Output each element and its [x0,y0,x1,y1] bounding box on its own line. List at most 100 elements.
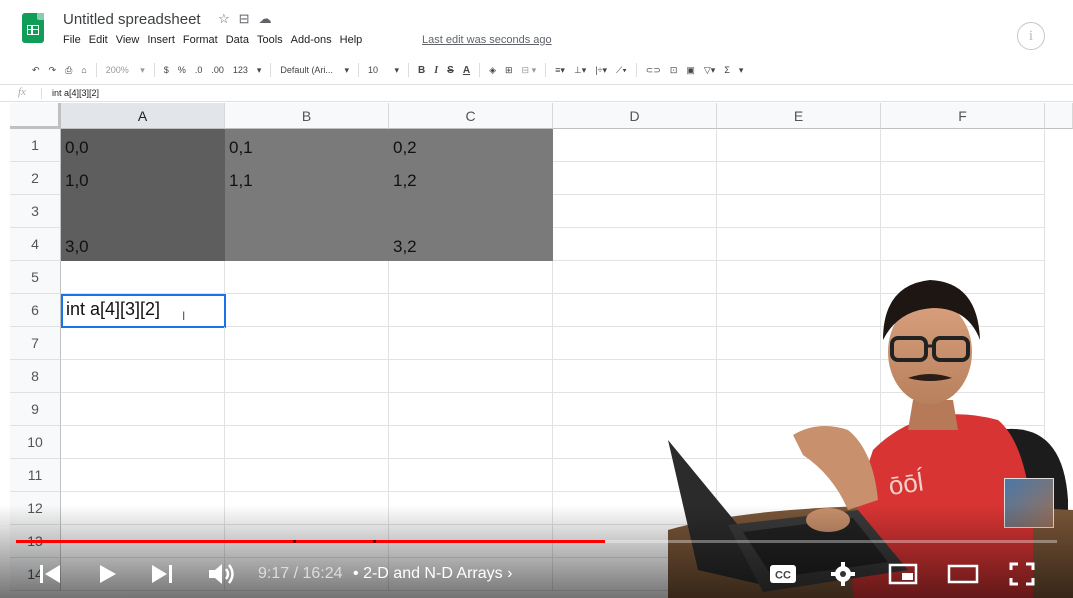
row-header-3[interactable]: 3 [10,195,61,228]
menu-insert[interactable]: Insert [147,34,175,46]
filter-icon[interactable]: ▽▾ [704,65,715,76]
move-to-folder-icon[interactable]: ⊟ [239,11,250,27]
column-header-e[interactable]: E [717,103,881,129]
cell-c5[interactable] [389,261,553,294]
video-frame[interactable]: Untitled spreadsheet ☆ ⊟ ☁ File Edit Vie… [0,0,1073,598]
cell-c3[interactable] [389,195,553,228]
menu-data[interactable]: Data [226,34,249,46]
cell-c2[interactable]: 1,2 [389,162,553,195]
menu-help[interactable]: Help [340,34,363,46]
empty-cell[interactable] [61,426,225,459]
empty-cell[interactable] [389,393,553,426]
column-header-a[interactable]: A [61,103,225,129]
row-header-2[interactable]: 2 [10,162,61,195]
cell-c6[interactable] [389,294,553,327]
font-select[interactable]: Default (Ari... ▾ [280,65,349,76]
cell-a3[interactable] [61,195,225,228]
merge-cells-icon[interactable]: ⊟ ▾ [522,65,537,76]
empty-cell[interactable] [389,360,553,393]
cell-a4[interactable]: 3,0 [61,228,225,261]
menu-file[interactable]: File [63,34,81,46]
cell-e3[interactable] [717,195,881,228]
functions-icon[interactable]: Σ ▾ [724,65,743,76]
chapter-title[interactable]: • 2-D and N-D Arrays › [353,565,512,583]
menu-view[interactable]: View [116,34,140,46]
text-color-button[interactable]: A [463,65,470,76]
progress-bar[interactable] [16,540,1057,543]
insert-chart-icon[interactable]: ▣ [686,65,695,76]
empty-cell[interactable] [389,426,553,459]
cell-a6-active[interactable]: int a[4][3][2] [61,294,226,328]
empty-cell[interactable] [225,459,389,492]
cell-a2[interactable]: 1,0 [61,162,225,195]
menu-edit[interactable]: Edit [89,34,108,46]
insert-comment-icon[interactable]: ⊡ [670,65,678,76]
play-icon[interactable] [94,561,122,587]
paint-format-icon[interactable]: ⌂ [81,65,86,75]
text-rotate-icon[interactable]: ⟋▾ [616,65,627,76]
cell-d1[interactable] [553,129,717,162]
italic-button[interactable]: I [434,65,438,76]
borders-icon[interactable]: ⊞ [505,65,513,76]
cell-d2[interactable] [553,162,717,195]
cell-d4[interactable] [553,228,717,261]
redo-icon[interactable]: ↷ [49,65,57,76]
cell-d3[interactable] [553,195,717,228]
cell-b3[interactable] [225,195,389,228]
horizontal-align-icon[interactable]: ≡▾ [555,65,565,76]
decrease-decimal-button[interactable]: .0 [195,65,203,75]
column-header-f[interactable]: F [881,103,1045,129]
row-header-10[interactable]: 10 [10,426,61,459]
increase-decimal-button[interactable]: .00 [211,65,224,75]
select-all-corner[interactable] [10,103,61,129]
info-icon[interactable]: i [1017,22,1045,50]
empty-cell[interactable] [225,327,389,360]
bold-button[interactable]: B [418,65,425,76]
cell-b5[interactable] [225,261,389,294]
captions-icon[interactable]: CC [766,561,800,587]
cell-f3[interactable] [881,195,1045,228]
column-header-c[interactable]: C [389,103,553,129]
cell-c4[interactable]: 3,2 [389,228,553,261]
undo-icon[interactable]: ↶ [32,65,40,76]
menu-addons[interactable]: Add-ons [291,34,332,46]
more-formats-button[interactable]: 123 ▾ [233,65,262,76]
empty-cell[interactable] [389,459,553,492]
print-icon[interactable]: ⎙ [65,65,72,76]
row-header-1[interactable]: 1 [10,129,61,162]
miniplayer-icon[interactable] [886,561,920,587]
cell-b4[interactable] [225,228,389,261]
row-header-6[interactable]: 6 [10,294,61,327]
menu-format[interactable]: Format [183,34,218,46]
row-header-11[interactable]: 11 [10,459,61,492]
currency-button[interactable]: $ [164,65,169,75]
empty-cell[interactable] [389,327,553,360]
menu-tools[interactable]: Tools [257,34,283,46]
empty-cell[interactable] [61,360,225,393]
percent-button[interactable]: % [178,65,186,75]
document-title[interactable]: Untitled spreadsheet [63,11,201,28]
volume-icon[interactable] [205,561,237,587]
row-header-4[interactable]: 4 [10,228,61,261]
empty-cell[interactable] [225,360,389,393]
font-size-select[interactable]: 10 ▾ [368,65,399,76]
row-header-8[interactable]: 8 [10,360,61,393]
column-header-b[interactable]: B [225,103,389,129]
vertical-align-icon[interactable]: ⊥▾ [574,65,586,76]
cell-b6[interactable] [226,294,389,327]
cell-a1[interactable]: 0,0 [61,129,225,162]
cell-b2[interactable]: 1,1 [225,162,389,195]
cell-e2[interactable] [717,162,881,195]
star-icon[interactable]: ☆ [218,11,230,27]
zoom-select[interactable]: 200% ▾ [106,65,145,76]
empty-cell[interactable] [225,426,389,459]
cell-e4[interactable] [717,228,881,261]
cell-f1[interactable] [881,129,1045,162]
cell-a5[interactable] [61,261,225,294]
fullscreen-icon[interactable] [1006,561,1038,587]
empty-cell[interactable] [61,393,225,426]
insert-link-icon[interactable]: ⊂⊃ [646,65,661,76]
previous-icon[interactable] [36,561,64,587]
empty-cell[interactable] [61,459,225,492]
next-icon[interactable] [148,561,176,587]
